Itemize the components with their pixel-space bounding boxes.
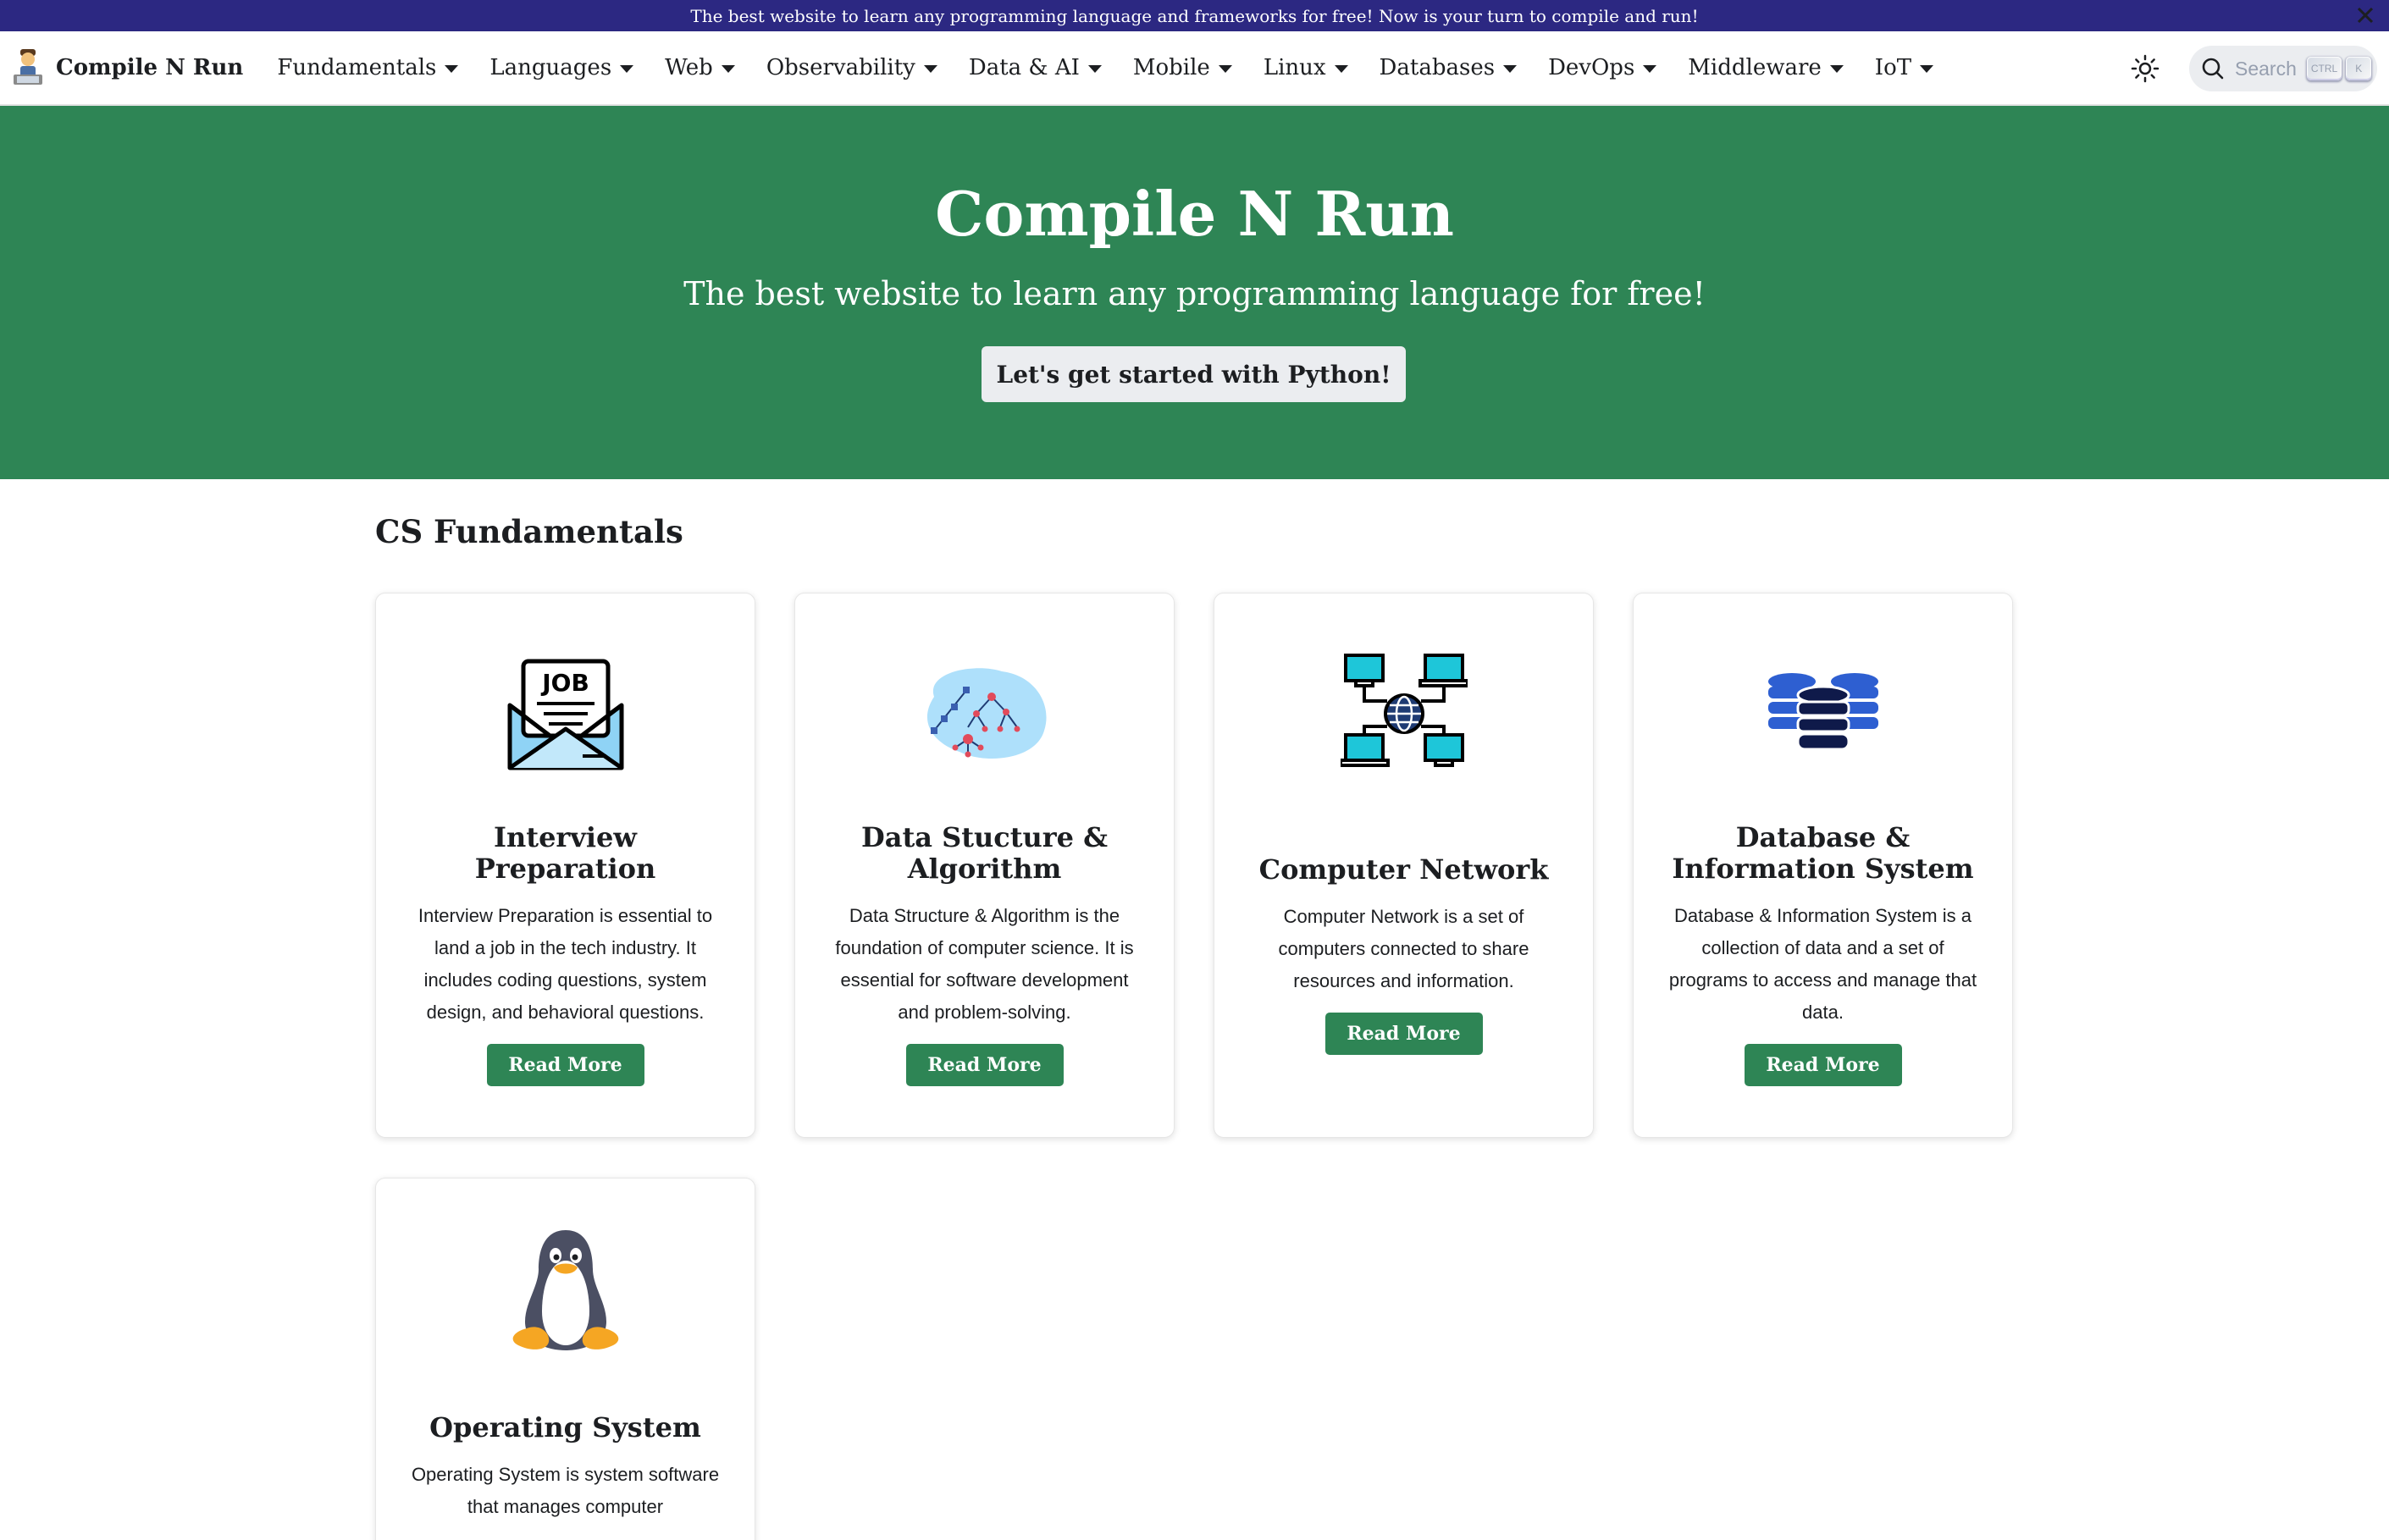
database-stack-icon bbox=[1767, 673, 1878, 751]
card-operating-system: Operating System Operating System is sys… bbox=[375, 1178, 755, 1540]
get-started-button[interactable]: Let's get started with Python! bbox=[982, 346, 1406, 402]
theme-toggle-button[interactable] bbox=[2125, 48, 2165, 89]
card-description: Operating System is system software that… bbox=[411, 1464, 720, 1517]
card-database-information-system: Database & Information System Database &… bbox=[1633, 593, 2013, 1138]
network-computers-icon bbox=[1340, 654, 1468, 767]
caret-down-icon bbox=[620, 64, 634, 73]
close-icon bbox=[2357, 7, 2374, 24]
close-announcement-button[interactable] bbox=[2352, 2, 2379, 29]
nav-label: Languages bbox=[489, 55, 612, 80]
card-title: Database & Information System bbox=[1672, 821, 1974, 885]
card-interview-preparation: JOB Interview Preparation Interview Prep… bbox=[375, 593, 755, 1138]
card-description: Interview Preparation is essential to la… bbox=[418, 905, 713, 1023]
caret-down-icon bbox=[1334, 64, 1348, 73]
nav-item-iot[interactable]: IoT bbox=[1874, 55, 1934, 80]
caret-down-icon bbox=[1643, 64, 1657, 73]
read-more-button[interactable]: Read More bbox=[905, 1044, 1064, 1086]
nav-label: Mobile bbox=[1132, 55, 1210, 80]
nav-label: Databases bbox=[1379, 55, 1496, 80]
top-navbar: Compile N Run Fundamentals Languages Web… bbox=[0, 31, 2389, 106]
nav-item-observability[interactable]: Observability bbox=[766, 55, 937, 80]
card-computer-network: Computer Network Computer Network is a s… bbox=[1214, 593, 1594, 1138]
caret-down-icon bbox=[1503, 64, 1518, 73]
sun-icon bbox=[2131, 54, 2160, 83]
kbd-k: K bbox=[2346, 57, 2372, 80]
card-description: Computer Network is a set of computers c… bbox=[1278, 905, 1529, 991]
nav-label: Fundamentals bbox=[277, 55, 437, 80]
nav-item-databases[interactable]: Databases bbox=[1380, 55, 1518, 80]
caret-down-icon bbox=[1920, 64, 1934, 73]
nav-label: Middleware bbox=[1688, 55, 1822, 80]
read-more-button[interactable]: Read More bbox=[1324, 1012, 1483, 1055]
card-title: Operating System bbox=[429, 1411, 701, 1443]
section-title: CS Fundamentals bbox=[375, 513, 683, 550]
caret-down-icon bbox=[1218, 64, 1232, 73]
announcement-bar: The best website to learn any programmin… bbox=[0, 0, 2389, 31]
card-title: Data Stucture & Algorithm bbox=[860, 821, 1109, 885]
hero-banner: Compile N Run The best website to learn … bbox=[0, 106, 2389, 479]
brand-title: Compile N Run bbox=[56, 55, 244, 80]
announcement-text: The best website to learn any programmin… bbox=[690, 5, 1699, 26]
brand-link[interactable]: Compile N Run bbox=[12, 47, 243, 88]
nav-item-middleware[interactable]: Middleware bbox=[1688, 55, 1844, 80]
nav-item-data-ai[interactable]: Data & AI bbox=[969, 55, 1102, 80]
nav-menu: Fundamentals Languages Web Observability… bbox=[277, 55, 1965, 80]
nav-item-languages[interactable]: Languages bbox=[489, 55, 634, 80]
algorithm-tree-icon bbox=[926, 668, 1047, 759]
job-envelope-icon: JOB bbox=[507, 659, 623, 770]
card-data-structure-algorithm: Data Stucture & Algorithm Data Structure… bbox=[794, 593, 1175, 1138]
nav-item-web[interactable]: Web bbox=[665, 55, 735, 80]
nav-label: Web bbox=[665, 55, 713, 80]
nav-label: DevOps bbox=[1548, 55, 1635, 80]
navbar-right: Search CTRL K bbox=[2125, 31, 2377, 106]
nav-item-mobile[interactable]: Mobile bbox=[1133, 55, 1232, 80]
nav-label: Linux bbox=[1263, 55, 1326, 80]
nav-label: Data & AI bbox=[968, 55, 1080, 80]
card-description: Data Structure & Algorithm is the founda… bbox=[835, 905, 1134, 1023]
card-description: Database & Information System is a colle… bbox=[1668, 905, 1977, 1023]
linux-penguin-icon bbox=[512, 1230, 618, 1350]
logo-icon bbox=[14, 49, 42, 85]
search-icon bbox=[2202, 58, 2224, 80]
caret-down-icon bbox=[445, 64, 459, 73]
hero-title: Compile N Run bbox=[935, 178, 1454, 250]
caret-down-icon bbox=[721, 64, 735, 73]
card-title: Interview Preparation bbox=[474, 821, 656, 885]
search-placeholder: Search bbox=[2235, 57, 2297, 80]
caret-down-icon bbox=[923, 64, 937, 73]
search-shortcut: CTRL K bbox=[2306, 57, 2372, 80]
svg-text:JOB: JOB bbox=[540, 669, 589, 697]
caret-down-icon bbox=[1829, 64, 1844, 73]
hero-subtitle: The best website to learn any programmin… bbox=[683, 275, 1706, 312]
nav-item-devops[interactable]: DevOps bbox=[1548, 55, 1657, 80]
read-more-button[interactable]: Read More bbox=[1744, 1044, 1902, 1086]
caret-down-icon bbox=[1087, 64, 1102, 73]
kbd-ctrl: CTRL bbox=[2306, 57, 2342, 80]
card-title: Computer Network bbox=[1258, 853, 1549, 886]
nav-label: Observability bbox=[766, 55, 915, 80]
nav-item-fundamentals[interactable]: Fundamentals bbox=[277, 55, 459, 80]
read-more-button[interactable]: Read More bbox=[486, 1044, 644, 1086]
nav-label: IoT bbox=[1874, 55, 1912, 80]
search-button[interactable]: Search CTRL K bbox=[2189, 46, 2377, 91]
nav-item-linux[interactable]: Linux bbox=[1264, 55, 1348, 80]
